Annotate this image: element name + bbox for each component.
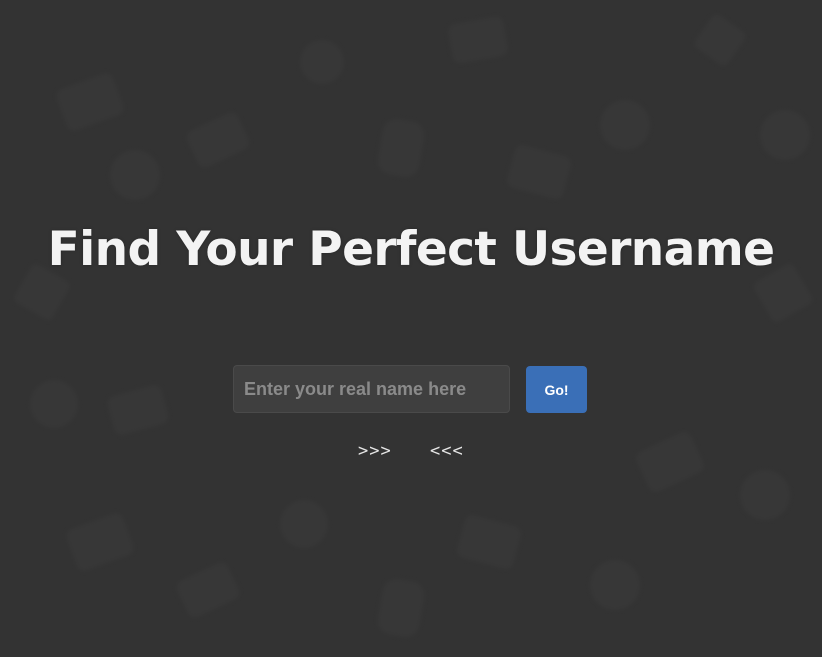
- name-input[interactable]: [233, 365, 510, 413]
- result-right-arrows: <<<: [430, 441, 464, 461]
- page-title: Find Your Perfect Username: [47, 222, 775, 277]
- go-button[interactable]: Go!: [526, 366, 587, 413]
- result-left-arrows: >>>: [358, 441, 392, 461]
- background-pattern: [0, 0, 822, 657]
- page: Find Your Perfect Username Go! >>> <<<: [0, 0, 822, 657]
